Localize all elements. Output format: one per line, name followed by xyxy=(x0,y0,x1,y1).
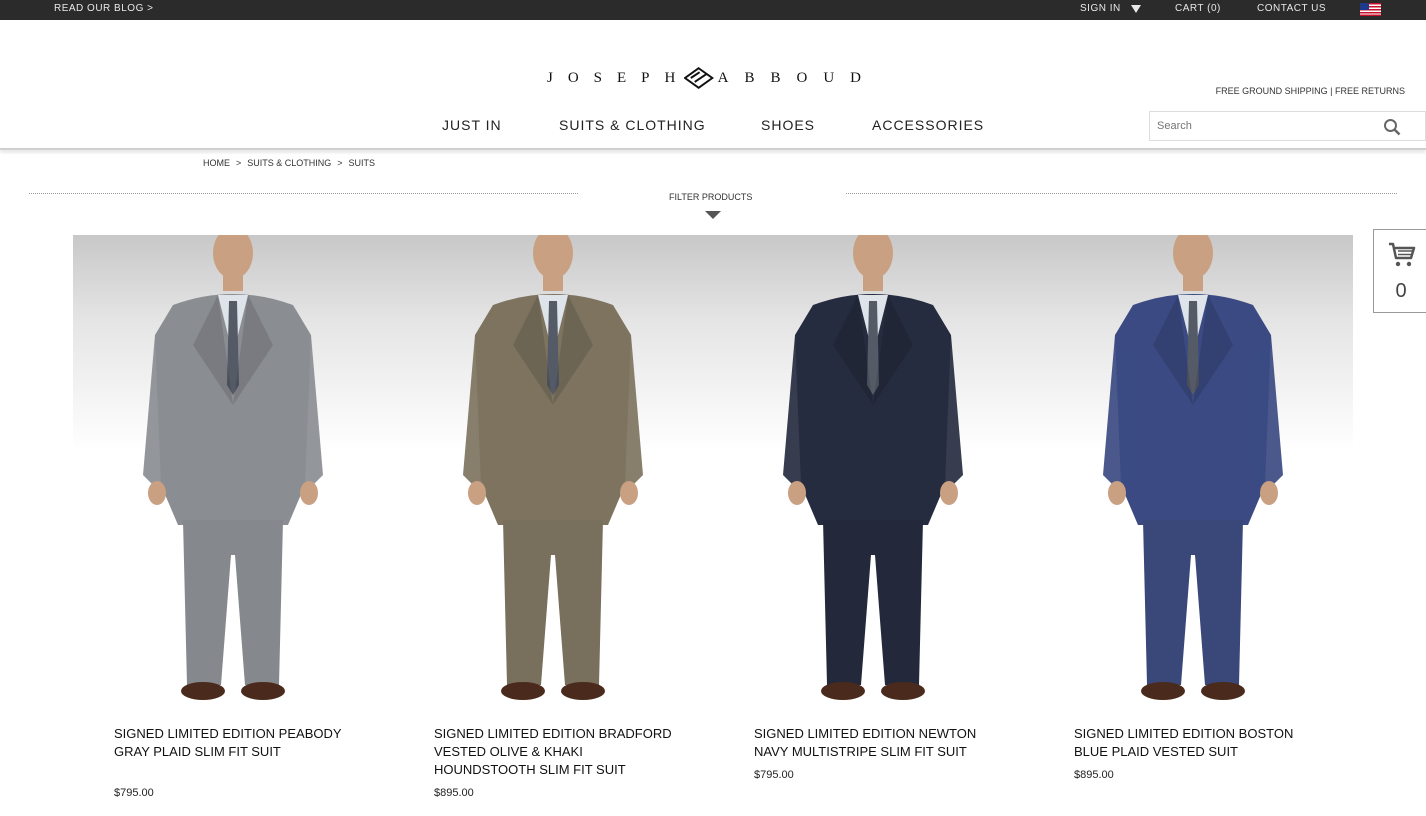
logo-text-left: JOSEPH xyxy=(547,69,691,86)
nav-accessories[interactable]: ACCESSORIES xyxy=(872,117,984,133)
search-input[interactable] xyxy=(1150,112,1370,140)
filter-divider-left xyxy=(29,193,578,194)
product-card[interactable]: SIGNED LIMITED EDITION NEWTON NAVY MULTI… xyxy=(713,227,1033,781)
filter-divider-right xyxy=(846,193,1397,194)
product-price: $795.00 xyxy=(114,787,154,799)
us-flag-icon[interactable] xyxy=(1360,3,1381,16)
breadcrumb-separator: > xyxy=(236,158,242,168)
product-title[interactable]: SIGNED LIMITED EDITION NEWTON NAVY MULTI… xyxy=(754,725,994,761)
product-card[interactable]: SIGNED LIMITED EDITION BOSTON BLUE PLAID… xyxy=(1033,227,1353,781)
blog-link[interactable]: READ OUR BLOG > xyxy=(54,3,153,14)
product-price: $895.00 xyxy=(434,787,474,799)
product-image[interactable] xyxy=(1033,227,1353,715)
utility-bar: READ OUR BLOG > SIGN IN CART (0) CONTACT… xyxy=(0,0,1426,20)
product-title[interactable]: SIGNED LIMITED EDITION BRADFORD VESTED O… xyxy=(434,725,674,779)
nav-shoes[interactable]: SHOES xyxy=(761,117,815,133)
filter-products-toggle[interactable]: FILTER PRODUCTS xyxy=(669,192,752,202)
product-title[interactable]: SIGNED LIMITED EDITION PEABODY GRAY PLAI… xyxy=(114,725,354,761)
search-icon[interactable] xyxy=(1383,118,1401,136)
sign-in-link[interactable]: SIGN IN xyxy=(1080,3,1141,14)
nav-just-in[interactable]: JUST IN xyxy=(442,117,502,133)
shipping-notice[interactable]: FREE GROUND SHIPPING | FREE RETURNS xyxy=(1216,86,1405,96)
product-image[interactable] xyxy=(713,227,1033,715)
nav-suits-clothing[interactable]: SUITS & CLOTHING xyxy=(559,117,706,133)
sign-in-label: SIGN IN xyxy=(1080,3,1121,14)
floating-cart-count: 0 xyxy=(1395,280,1407,302)
product-title[interactable]: SIGNED LIMITED EDITION BOSTON BLUE PLAID… xyxy=(1074,725,1314,761)
diamond-logo-icon xyxy=(684,67,714,89)
caret-down-icon[interactable] xyxy=(1130,4,1141,13)
breadcrumb-separator: > xyxy=(337,158,343,168)
contact-us-link[interactable]: CONTACT US xyxy=(1257,3,1326,14)
product-card[interactable]: SIGNED LIMITED EDITION BRADFORD VESTED O… xyxy=(393,227,713,799)
cart-link[interactable]: CART (0) xyxy=(1175,3,1221,14)
breadcrumb-suits-clothing[interactable]: SUITS & CLOTHING xyxy=(247,158,331,168)
filter-caret-down-icon[interactable] xyxy=(705,211,721,219)
product-image[interactable] xyxy=(73,227,393,715)
product-card[interactable]: SIGNED LIMITED EDITION PEABODY GRAY PLAI… xyxy=(73,227,393,799)
breadcrumb-suits[interactable]: SUITS xyxy=(349,158,376,168)
product-image[interactable] xyxy=(393,227,713,715)
header-divider xyxy=(0,148,1426,150)
logo-text-right: ABBOUD xyxy=(717,69,877,86)
breadcrumb-home[interactable]: HOME xyxy=(203,158,230,168)
floating-cart[interactable]: 0 xyxy=(1373,229,1426,313)
shopping-cart-icon xyxy=(1389,242,1416,267)
brand-logo[interactable]: JOSEPH ABBOUD xyxy=(547,66,877,90)
breadcrumb: HOME > SUITS & CLOTHING > SUITS xyxy=(203,158,375,168)
product-price: $895.00 xyxy=(1074,769,1114,781)
search-box xyxy=(1149,111,1426,141)
product-price: $795.00 xyxy=(754,769,794,781)
